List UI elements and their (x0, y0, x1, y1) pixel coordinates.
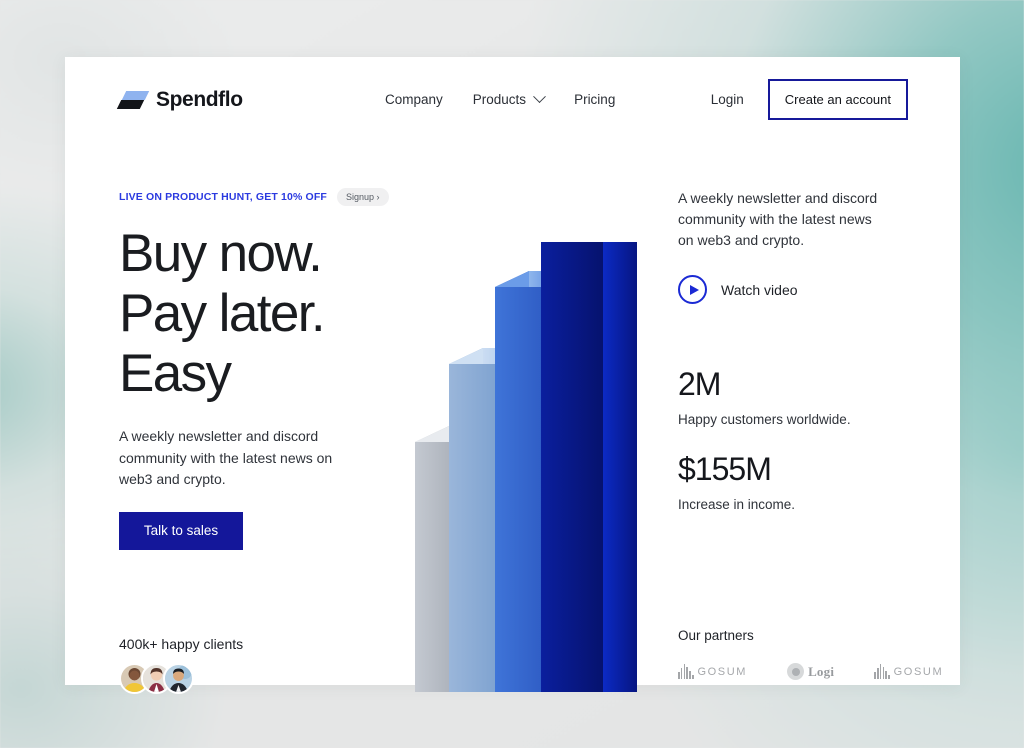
header-actions: Login Create an account (711, 79, 908, 120)
brand-name: Spendflo (156, 87, 243, 111)
play-circle-icon (678, 275, 707, 304)
stat-value: 2M (678, 366, 721, 402)
headline-line-1: Buy now. (119, 224, 323, 283)
hero-left-column: LIVE ON PRODUCT HUNT, GET 10% OFF Signup… (119, 188, 389, 550)
nav-item-company-label: Company (385, 92, 443, 107)
primary-nav: Company Products Pricing (385, 90, 615, 107)
nav-item-company[interactable]: Company (385, 92, 443, 107)
signup-pill-button[interactable]: Signup › (336, 188, 389, 206)
announcement-text[interactable]: LIVE ON PRODUCT HUNT, GET 10% OFF (119, 191, 327, 203)
talk-to-sales-button[interactable]: Talk to sales (119, 511, 243, 550)
avatar (163, 663, 194, 694)
spendflo-parallelogram-logo-icon (116, 88, 150, 112)
announcement-banner[interactable]: LIVE ON PRODUCT HUNT, GET 10% OFF Signup… (119, 188, 389, 206)
happy-clients-count: 400k+ happy clients (119, 636, 244, 652)
stat-value: $155M (678, 451, 772, 487)
hero-right-column: A weekly newsletter and discord communit… (678, 188, 918, 536)
newsletter-description: A weekly newsletter and discord communit… (678, 190, 878, 248)
equalizer-bars-icon (678, 664, 694, 679)
stat-label: Happy customers worldwide. (678, 412, 851, 427)
create-account-button[interactable]: Create an account (767, 79, 908, 120)
stat-happy-customers: 2M Happy customers worldwide. (678, 366, 918, 427)
partner-logo-gosum-2[interactable]: GOSUM (874, 664, 943, 679)
page-title: Buy now. Pay later. Easy (119, 224, 389, 404)
ring-circle-icon (787, 663, 805, 680)
watch-video-button[interactable]: Watch video (678, 275, 918, 304)
chevron-down-icon (533, 90, 546, 104)
headline-line-3: Easy (119, 344, 232, 403)
page-card: Spendflo Company Products Pricing Login … (65, 57, 960, 694)
stat-label: Increase in income. (678, 497, 796, 512)
nav-item-products[interactable]: Products (472, 90, 546, 107)
partner-name: GOSUM (893, 665, 944, 678)
partner-name: Logi (808, 663, 835, 679)
nav-item-pricing-label: Pricing (574, 92, 616, 107)
brand-logo[interactable]: Spendflo (116, 87, 243, 112)
partners-title: Our partners (678, 628, 754, 643)
social-proof: 400k+ happy clients (119, 636, 243, 694)
hero-subtext: A weekly newsletter and discord communit… (119, 428, 333, 487)
avatar-stack (119, 663, 243, 694)
hero-bar-chart-illustration (415, 242, 645, 692)
equalizer-bars-icon (874, 664, 890, 679)
partner-logo-list: GOSUM Logi GOSUM (678, 663, 942, 680)
headline-line-2: Pay later. (119, 284, 326, 343)
stat-income-increase: $155M Increase in income. (678, 451, 918, 512)
bar-4 (541, 242, 637, 692)
partner-logo-gosum-1[interactable]: GOSUM (678, 664, 747, 679)
partners-section: Our partners GOSUM Logi GOSUM (678, 628, 942, 680)
hero-section: LIVE ON PRODUCT HUNT, GET 10% OFF Signup… (65, 142, 960, 694)
partner-logo-logi[interactable]: Logi (787, 663, 834, 680)
nav-item-products-label: Products (472, 92, 527, 107)
partner-name: GOSUM (697, 665, 748, 678)
watch-video-label: Watch video (721, 281, 798, 298)
login-link[interactable]: Login (711, 92, 744, 107)
nav-item-pricing[interactable]: Pricing (574, 92, 615, 107)
site-header: Spendflo Company Products Pricing Login … (65, 57, 960, 142)
